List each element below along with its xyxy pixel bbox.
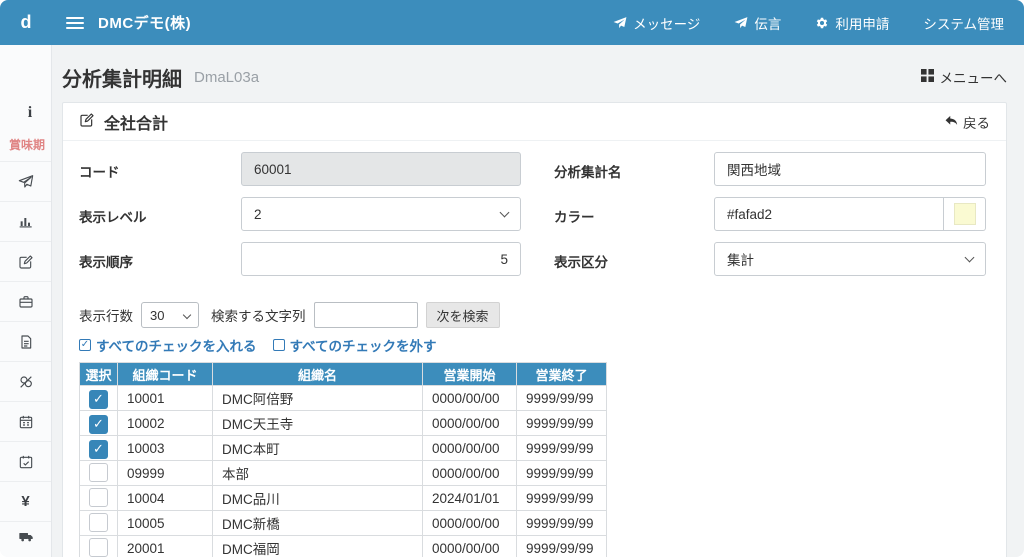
- unchecked-box-icon: [273, 339, 285, 351]
- chevron-down-icon: [183, 311, 191, 319]
- yen-icon: ¥: [21, 493, 29, 510]
- table-row: 10004 DMC品川 2024/01/01 9999/99/99: [80, 486, 607, 511]
- company-title: DMCデモ(株): [98, 12, 191, 33]
- display-level-label: 表示レベル: [79, 197, 241, 231]
- main-content: 分析集計明細 DmaL03a メニューへ 全社合計 戻る: [52, 45, 1024, 557]
- calendar-icon: [18, 414, 34, 430]
- menu-link[interactable]: メニューへ: [921, 67, 1008, 87]
- page-code: DmaL03a: [194, 69, 259, 86]
- panel-header: 全社合計 戻る: [63, 103, 1006, 141]
- calendar-check-icon: [18, 454, 34, 470]
- col-header-org-code: 組織コード: [118, 363, 213, 386]
- nav-item-messages[interactable]: メッセージ: [613, 13, 700, 33]
- col-header-close-date: 営業終了: [517, 363, 607, 386]
- col-header-open-date: 営業開始: [423, 363, 517, 386]
- code-field[interactable]: [241, 152, 521, 186]
- table-row: 10005 DMC新橋 0000/00/00 9999/99/99: [80, 511, 607, 536]
- nav-item-system-admin[interactable]: システム管理: [923, 13, 1004, 33]
- coins-icon: [18, 374, 34, 390]
- table-row: 10001 DMC阿倍野 0000/00/00 9999/99/99: [80, 386, 607, 411]
- sidebar-item-documents[interactable]: [0, 322, 51, 362]
- info-icon: i: [28, 104, 32, 122]
- display-level-select[interactable]: 2: [241, 197, 521, 231]
- grid-icon: [921, 69, 934, 85]
- sidebar-item-info[interactable]: i 賞味期: [0, 45, 51, 162]
- rows-per-page-select[interactable]: 30: [141, 302, 199, 328]
- briefcase-icon: [18, 294, 34, 310]
- sidebar-item-analytics[interactable]: [0, 202, 51, 242]
- back-button[interactable]: 戻る: [944, 112, 990, 132]
- row-checkbox[interactable]: [89, 463, 108, 482]
- table-header-row: 選択 組織コード 組織名 営業開始 営業終了: [80, 363, 607, 386]
- organization-table: 選択 組織コード 組織名 営業開始 営業終了 10001 DMC阿倍野 000: [79, 362, 607, 557]
- uncheck-all-link[interactable]: すべてのチェックを外す: [273, 335, 437, 355]
- display-kubun-select[interactable]: 集計: [714, 242, 986, 276]
- col-header-org-name: 組織名: [213, 363, 423, 386]
- color-label: カラー: [554, 197, 714, 231]
- nav-item-usage-request[interactable]: 利用申請: [815, 13, 889, 33]
- sidebar-item-entry[interactable]: [0, 242, 51, 282]
- panel-title: 全社合計: [104, 110, 168, 134]
- paper-plane-icon: [613, 16, 627, 30]
- display-kubun-label: 表示区分: [554, 242, 714, 276]
- sidebar-item-schedule[interactable]: [0, 442, 51, 482]
- edit-icon: [18, 254, 34, 270]
- code-label: コード: [79, 152, 241, 186]
- app-logo[interactable]: d: [0, 12, 52, 33]
- table-row: 09999 本部 0000/00/00 9999/99/99: [80, 461, 607, 486]
- bar-chart-icon: [18, 214, 34, 230]
- page-header: 分析集計明細 DmaL03a メニューへ: [62, 59, 1007, 95]
- paper-plane-icon: [18, 174, 34, 190]
- sidebar-item-send[interactable]: [0, 162, 51, 202]
- list-controls: 表示行数 30 検索する文字列 次を検索: [79, 302, 990, 328]
- nav-item-memo[interactable]: 伝言: [734, 13, 781, 33]
- sidebar-item-calendar[interactable]: [0, 402, 51, 442]
- panel-body: コード 分析集計名 表示レベル: [63, 141, 1006, 557]
- hamburger-menu-icon[interactable]: [66, 14, 84, 32]
- display-order-field[interactable]: [241, 242, 521, 276]
- color-preview-addon: [944, 197, 986, 231]
- row-checkbox[interactable]: [89, 440, 108, 459]
- sidebar-item-shipping[interactable]: [0, 522, 51, 544]
- row-checkbox[interactable]: [89, 513, 108, 532]
- edit-icon: [79, 112, 95, 131]
- search-string-input[interactable]: [314, 302, 418, 328]
- sidebar-item-money[interactable]: [0, 362, 51, 402]
- gear-icon: [815, 16, 829, 30]
- reply-arrow-icon: [944, 113, 959, 131]
- bulk-check-links: すべてのチェックを入れる すべてのチェックを外す: [79, 335, 990, 355]
- expiry-alert-text: 賞味期: [9, 136, 45, 153]
- col-header-select: 選択: [80, 363, 118, 386]
- sidebar: i 賞味期: [0, 45, 52, 557]
- color-swatch: [954, 203, 976, 225]
- rows-per-page-label: 表示行数: [79, 305, 133, 325]
- truck-icon: [18, 529, 34, 545]
- top-navbar: d DMCデモ(株) メッセージ 伝言 利用申請: [0, 0, 1024, 45]
- analysis-name-field[interactable]: [714, 152, 986, 186]
- analysis-name-label: 分析集計名: [554, 152, 714, 186]
- row-checkbox[interactable]: [89, 390, 108, 409]
- check-all-link[interactable]: すべてのチェックを入れる: [79, 335, 257, 355]
- page-title: 分析集計明細: [62, 63, 182, 92]
- paper-plane-icon: [734, 16, 748, 30]
- search-string-label: 検索する文字列: [211, 305, 306, 325]
- detail-panel: 全社合計 戻る コード: [62, 102, 1007, 557]
- row-checkbox[interactable]: [89, 538, 108, 557]
- color-field[interactable]: [714, 197, 944, 231]
- document-icon: [18, 334, 34, 350]
- row-checkbox[interactable]: [89, 415, 108, 434]
- display-order-label: 表示順序: [79, 242, 241, 276]
- checked-box-icon: [79, 339, 91, 351]
- search-next-button[interactable]: 次を検索: [426, 302, 500, 328]
- table-row: 10002 DMC天王寺 0000/00/00 9999/99/99: [80, 411, 607, 436]
- sidebar-item-business[interactable]: [0, 282, 51, 322]
- app-window: d DMCデモ(株) メッセージ 伝言 利用申請: [0, 0, 1024, 557]
- sidebar-item-yen[interactable]: ¥: [0, 482, 51, 522]
- row-checkbox[interactable]: [89, 488, 108, 507]
- table-row: 20001 DMC福岡 0000/00/00 9999/99/99: [80, 536, 607, 557]
- table-row: 10003 DMC本町 0000/00/00 9999/99/99: [80, 436, 607, 461]
